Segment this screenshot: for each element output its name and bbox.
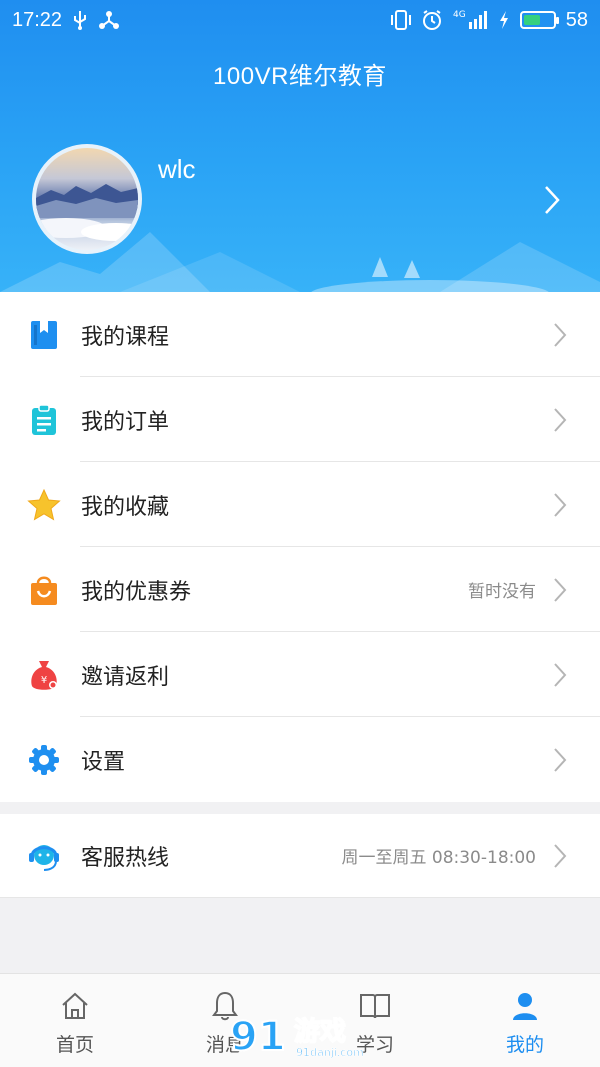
- chevron-right-icon: [550, 843, 570, 869]
- chevron-right-icon: [550, 662, 570, 688]
- menu-label: 我的课程: [81, 324, 170, 350]
- svg-text:91: 91: [230, 1014, 286, 1060]
- watermark-logo: 91 游戏 91danji.com: [229, 1013, 364, 1061]
- app-title: 100VR维尔教育: [213, 63, 387, 90]
- menu-label: 我的优惠券: [81, 579, 192, 605]
- menu-item-invite-rebate[interactable]: ¥ 邀请返利: [0, 632, 600, 717]
- status-bar: 17:22 4G 58: [0, 0, 600, 40]
- money-bag-icon: ¥: [27, 658, 61, 692]
- username[interactable]: wlc: [158, 154, 196, 185]
- tab-home[interactable]: 首页: [0, 974, 150, 1067]
- clipboard-icon: [27, 403, 61, 437]
- status-time: 17:22: [12, 8, 63, 31]
- mountain-decoration: [0, 232, 600, 292]
- battery-icon: [519, 11, 559, 29]
- menu-item-my-courses[interactable]: 我的课程: [0, 292, 600, 377]
- service-hours: 周一至周五 08:30-18:00: [341, 848, 536, 868]
- chevron-right-icon: [550, 492, 570, 518]
- headset-icon: [27, 839, 61, 873]
- alarm-icon: [423, 10, 442, 30]
- tab-mine[interactable]: 我的: [450, 974, 600, 1067]
- vibrate-icon: [391, 10, 412, 30]
- menu-item-my-coupons[interactable]: 我的优惠券 暂时没有: [0, 547, 600, 632]
- menu-list: 我的课程 我的订单 我的收藏 我的优惠券 暂时没有 ¥ 邀请返利 设置: [0, 292, 600, 802]
- charging-icon: [499, 11, 508, 29]
- chevron-right-icon: [550, 577, 570, 603]
- battery-level: 58: [565, 8, 588, 31]
- watermark-brand: 游戏: [294, 1017, 346, 1047]
- home-icon: [60, 990, 90, 1022]
- network-type: 4G: [453, 10, 466, 20]
- menu-label: 我的订单: [81, 409, 170, 435]
- gear-icon: [27, 743, 61, 777]
- service-hotline[interactable]: 客服热线 周一至周五 08:30-18:00: [0, 814, 600, 898]
- usb-icon: [74, 11, 87, 30]
- tab-label: 我的: [505, 1034, 544, 1056]
- share-icon: [99, 11, 120, 29]
- chevron-right-icon: [550, 747, 570, 773]
- book-icon: [27, 318, 61, 352]
- signal-icon: [468, 11, 487, 29]
- menu-label: 我的收藏: [81, 494, 170, 520]
- service-label: 客服热线: [81, 845, 170, 871]
- menu-label: 邀请返利: [81, 664, 170, 690]
- user-icon: [511, 990, 539, 1022]
- chevron-right-icon: [550, 322, 570, 348]
- shopping-bag-icon: [27, 573, 61, 607]
- star-icon: [27, 488, 61, 522]
- menu-item-my-favorites[interactable]: 我的收藏: [0, 462, 600, 547]
- menu-item-my-orders[interactable]: 我的订单: [0, 377, 600, 462]
- tab-label: 首页: [55, 1034, 94, 1056]
- menu-item-settings[interactable]: 设置: [0, 717, 600, 802]
- menu-label: 设置: [81, 749, 126, 775]
- profile-chevron-right-icon[interactable]: [544, 185, 560, 215]
- profile-header: 17:22 4G 58 100VR维尔教育 wlc: [0, 0, 600, 292]
- watermark-url: 91danji.com: [296, 1046, 364, 1059]
- svg-text:¥: ¥: [41, 675, 47, 686]
- coupon-status: 暂时没有: [468, 582, 536, 602]
- chevron-right-icon: [550, 407, 570, 433]
